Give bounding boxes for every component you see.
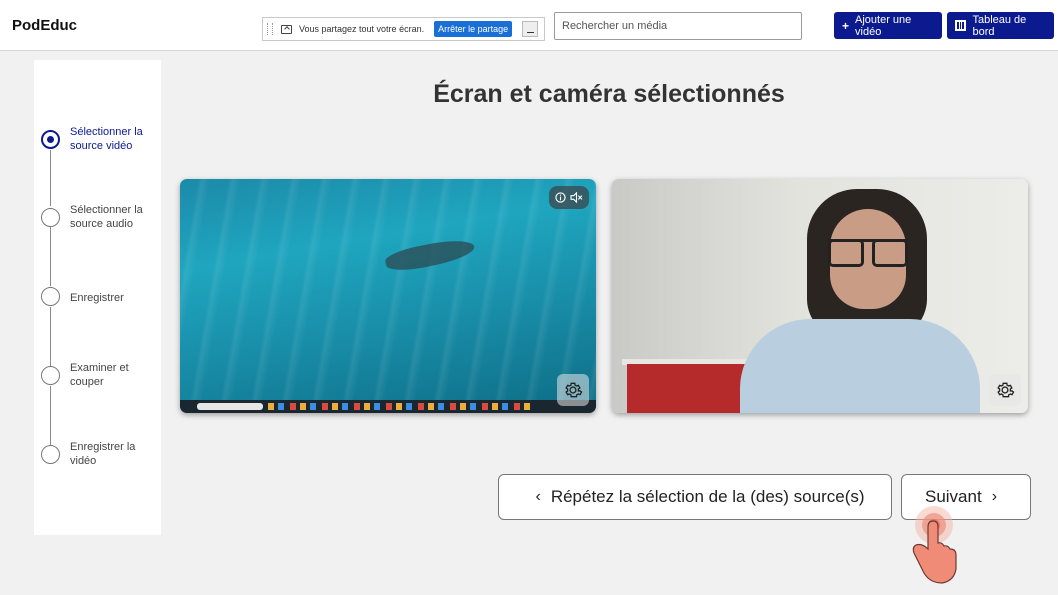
media-info-controls[interactable] — [549, 186, 589, 209]
gear-icon — [565, 382, 583, 398]
step-indicator — [41, 445, 60, 464]
captured-taskbar — [180, 400, 596, 413]
repeat-source-selection-label: Répétez la sélection de la (des) source(… — [550, 487, 865, 506]
gear-icon — [997, 382, 1015, 398]
screen-preview — [180, 179, 596, 413]
step-label: Sélectionner la source vidéo — [70, 126, 143, 152]
top-bar: PodEduc Vous partagez tout votre écran. … — [0, 0, 1058, 51]
chevron-right-icon: › — [991, 488, 998, 505]
minimize-share-bar-button[interactable] — [522, 21, 539, 37]
underwater-light-rays — [180, 179, 596, 413]
step-label: Examiner et couper — [70, 362, 129, 388]
repeat-source-selection-button[interactable]: ‹ Répétez la sélection de la (des) sourc… — [498, 474, 892, 520]
film-icon — [955, 20, 967, 31]
share-status-text: Vous partagez tout votre écran. — [299, 24, 425, 34]
step-audio-source[interactable]: Sélectionner la source audio — [41, 204, 159, 238]
dashboard-button[interactable]: Tableau de bord — [947, 12, 1054, 39]
add-video-button[interactable]: + Ajouter une vidéo — [834, 12, 942, 39]
chevron-left-icon: ‹ — [535, 488, 541, 505]
captured-taskbar-search — [197, 403, 263, 410]
brand-logo[interactable]: PodEduc — [12, 17, 77, 34]
step-label: Enregistrer la vidéo — [70, 441, 136, 467]
plus-icon: + — [842, 18, 850, 33]
step-indicator-active — [41, 130, 60, 149]
add-video-label: Ajouter une vidéo — [855, 13, 912, 38]
step-record[interactable]: Enregistrer — [41, 287, 159, 317]
captured-taskbar-icons — [268, 403, 530, 410]
camera-preview — [612, 179, 1028, 413]
recording-stepper: Sélectionner la source vidéo Sélectionne… — [34, 60, 161, 535]
step-label: Enregistrer — [70, 292, 124, 304]
screen-share-bar: Vous partagez tout votre écran. Arrêter … — [262, 17, 545, 41]
next-label: Suivant — [924, 487, 982, 506]
step-video-source[interactable]: Sélectionner la source vidéo — [41, 126, 159, 160]
person-body — [740, 319, 980, 413]
share-icon — [281, 24, 292, 34]
dashboard-label: Tableau de bord — [972, 13, 1027, 38]
step-indicator — [41, 287, 60, 306]
step-review-cut[interactable]: Examiner et couper — [41, 362, 159, 396]
camera-settings-button[interactable] — [989, 374, 1021, 406]
step-indicator — [41, 366, 60, 385]
step-label: Sélectionner la source audio — [70, 204, 143, 230]
step-save-video[interactable]: Enregistrer la vidéo — [41, 441, 159, 475]
drag-handle[interactable] — [267, 23, 273, 35]
step-indicator — [41, 208, 60, 227]
screen-settings-button[interactable] — [557, 374, 589, 406]
info-icon[interactable] — [555, 192, 566, 203]
stop-sharing-button[interactable]: Arrêter le partage — [434, 21, 513, 37]
search-input[interactable] — [554, 12, 802, 40]
pointer-hand-icon — [912, 506, 957, 584]
mute-icon[interactable] — [570, 192, 583, 203]
page-title: Écran et caméra sélectionnés — [433, 80, 785, 108]
person-glasses — [828, 239, 908, 267]
